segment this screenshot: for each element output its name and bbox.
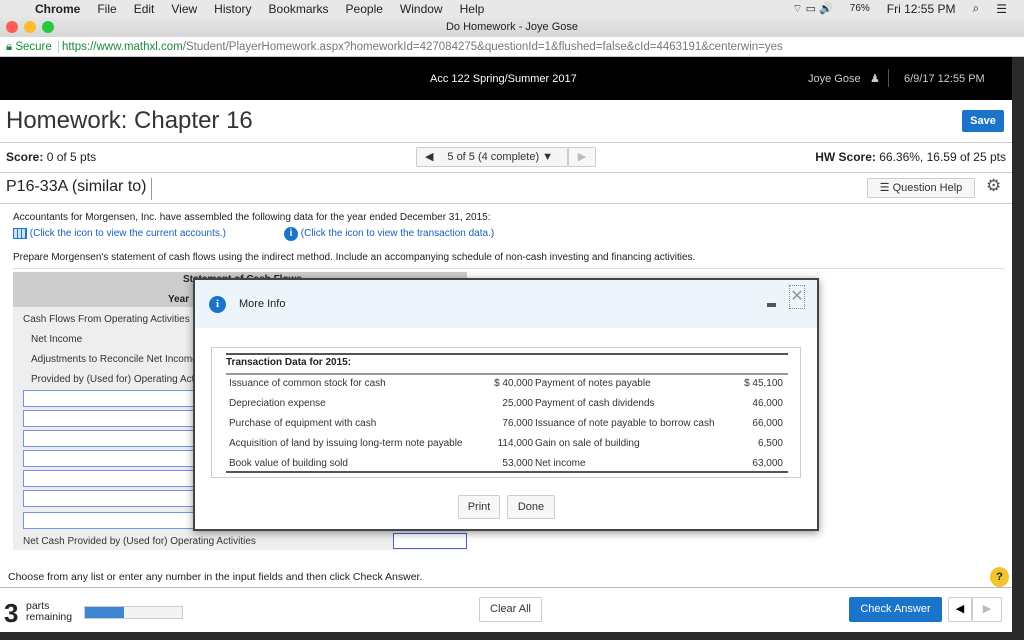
row-label-right: Gain on sale of building (535, 438, 640, 449)
row-label-right: Payment of notes payable (535, 378, 651, 389)
user-name[interactable]: Joye Gose (808, 73, 861, 85)
divider (888, 69, 889, 87)
secure-label: Secure (15, 41, 59, 53)
more-info-dialog: i More Info ✕ Transaction Data for 2015:… (193, 278, 819, 531)
row-amount: 53,000 (502, 458, 533, 469)
battery-level[interactable]: 76% (850, 3, 870, 14)
question-nav-select[interactable]: ◀ 5 of 5 (4 complete) ▼ (416, 147, 568, 167)
mac-menubar: Chrome File Edit View History Bookmarks … (0, 0, 1024, 17)
parts-count: 3 (4, 598, 19, 628)
transactions-link[interactable]: i (Click the icon to view the transactio… (284, 227, 494, 241)
clear-all-button[interactable]: Clear All (479, 597, 542, 622)
menu-app[interactable]: Chrome (35, 2, 80, 16)
menu-people[interactable]: People (346, 2, 383, 16)
menu-help[interactable]: Help (460, 2, 485, 16)
prev-part-button[interactable]: ◀ (948, 597, 972, 622)
close-icon[interactable]: ✕ (789, 285, 805, 309)
row-label: Issuance of common stock for cash (229, 378, 386, 389)
notification-icon[interactable]: ☰ (996, 2, 1007, 16)
dialog-title: More Info (239, 298, 286, 310)
prev-question-icon[interactable]: ◀ (425, 148, 433, 166)
url-host: https://www.mathxl.com (61, 41, 183, 53)
hw-score-value: 66.36%, 16.59 of 25 pts (879, 150, 1006, 164)
statement-row-label: Adjustments to Reconcile Net Income (31, 354, 198, 365)
row-label: Book value of building sold (229, 458, 348, 469)
row-amount-right: 63,000 (752, 458, 783, 469)
progress-bar (84, 606, 183, 619)
wifi-icon[interactable]: ⌔ ▭ 🔊 (792, 2, 833, 16)
question-id: P16-33A (similar to) (6, 178, 152, 200)
net-cash-label: Net Cash Provided by (Used for) Operatin… (23, 536, 256, 547)
progress-fill (85, 607, 124, 618)
statement-year: Year (168, 294, 190, 305)
row-label-right: Payment of cash dividends (535, 398, 655, 409)
address-bar[interactable]: 🔒︎ Secure https://www.mathxl.com/Student… (0, 37, 1024, 57)
menu-view[interactable]: View (171, 2, 197, 16)
info-icon[interactable]: i (284, 227, 298, 241)
next-question-button[interactable]: ▶ (568, 147, 596, 167)
header-datetime: 6/9/17 12:55 PM (904, 73, 985, 85)
question-nav-label: 5 of 5 (4 complete) (447, 151, 540, 163)
window-titlebar: Do Homework - Joye Gose (0, 17, 1024, 37)
url-path: /Student/PlayerHomework.aspx?homeworkId=… (182, 41, 783, 53)
gear-icon[interactable]: ⚙ (986, 176, 1001, 196)
question-help-label: Question Help (892, 182, 963, 194)
net-cash-input[interactable] (393, 533, 467, 549)
instructions: Choose from any list or enter any number… (8, 571, 423, 583)
course-name: Acc 122 Spring/Summer 2017 (430, 73, 577, 85)
info-icon: i (209, 296, 226, 313)
statement-row-label: Provided by (Used for) Operating Activit… (31, 374, 220, 385)
question-help-button[interactable]: ☰ Question Help (867, 178, 975, 198)
hw-score-label: HW Score: (815, 150, 876, 164)
statement-row-label: Cash Flows From Operating Activities (23, 314, 190, 325)
menu-edit[interactable]: Edit (134, 2, 155, 16)
accounts-link-label: (Click the icon to view the current acco… (29, 228, 226, 240)
row-amount: $ 40,000 (494, 378, 533, 389)
row-label: Depreciation expense (229, 398, 326, 409)
minimize-window-button[interactable] (24, 21, 36, 33)
done-button[interactable]: Done (507, 495, 555, 519)
table-icon[interactable] (13, 228, 27, 239)
accounts-link[interactable]: (Click the icon to view the current acco… (13, 228, 226, 239)
lock-icon: 🔒︎ (6, 41, 13, 53)
row-label-right: Issuance of note payable to borrow cash (535, 418, 715, 429)
transactions-link-label: (Click the icon to view the transaction … (300, 228, 495, 239)
user-icon: ♟ (870, 73, 880, 85)
score-value: 0 of 5 pts (46, 150, 97, 164)
score-label: Score: (6, 150, 44, 164)
print-button[interactable]: Print (458, 495, 500, 519)
question-intro: Accountants for Morgensen, Inc. have ass… (13, 212, 491, 223)
row-amount-right: 6,500 (757, 438, 783, 449)
save-button[interactable]: Save (962, 110, 1004, 132)
question-prompt: Prepare Morgensen's statement of cash fl… (13, 252, 696, 263)
row-amount: 114,000 (497, 438, 533, 449)
remaining-label: remaining (26, 611, 73, 623)
row-amount: 25,000 (502, 398, 533, 409)
menu-bookmarks[interactable]: Bookmarks (269, 2, 329, 16)
menu-window[interactable]: Window (400, 2, 443, 16)
menu-history[interactable]: History (214, 2, 251, 16)
help-icon[interactable]: ? (990, 567, 1009, 587)
row-amount-right: $ 45,100 (744, 378, 783, 389)
window-title: Do Homework - Joye Gose (445, 21, 579, 33)
row-label: Purchase of equipment with cash (229, 418, 377, 429)
close-window-button[interactable] (6, 21, 18, 33)
row-amount: 76,000 (502, 418, 533, 429)
course-header: Acc 122 Spring/Summer 2017 Joye Gose ♟ 6… (0, 57, 1012, 100)
menu-clock[interactable]: Fri 12:55 PM (887, 2, 956, 16)
row-amount-right: 46,000 (752, 398, 783, 409)
row-label-right: Net income (535, 458, 586, 469)
next-part-button[interactable]: ▶ (972, 597, 1002, 622)
page-title: Homework: Chapter 16 (6, 107, 253, 134)
statement-row-label: Net Income (31, 334, 83, 345)
row-amount-right: 66,000 (752, 418, 783, 429)
table-title: Transaction Data for 2015: (226, 357, 352, 368)
minimize-icon[interactable] (767, 303, 776, 307)
spotlight-icon[interactable]: ⌕ (973, 1, 980, 16)
maximize-window-button[interactable] (42, 21, 54, 33)
check-answer-button[interactable]: Check Answer (849, 597, 942, 622)
menu-file[interactable]: File (97, 2, 116, 16)
